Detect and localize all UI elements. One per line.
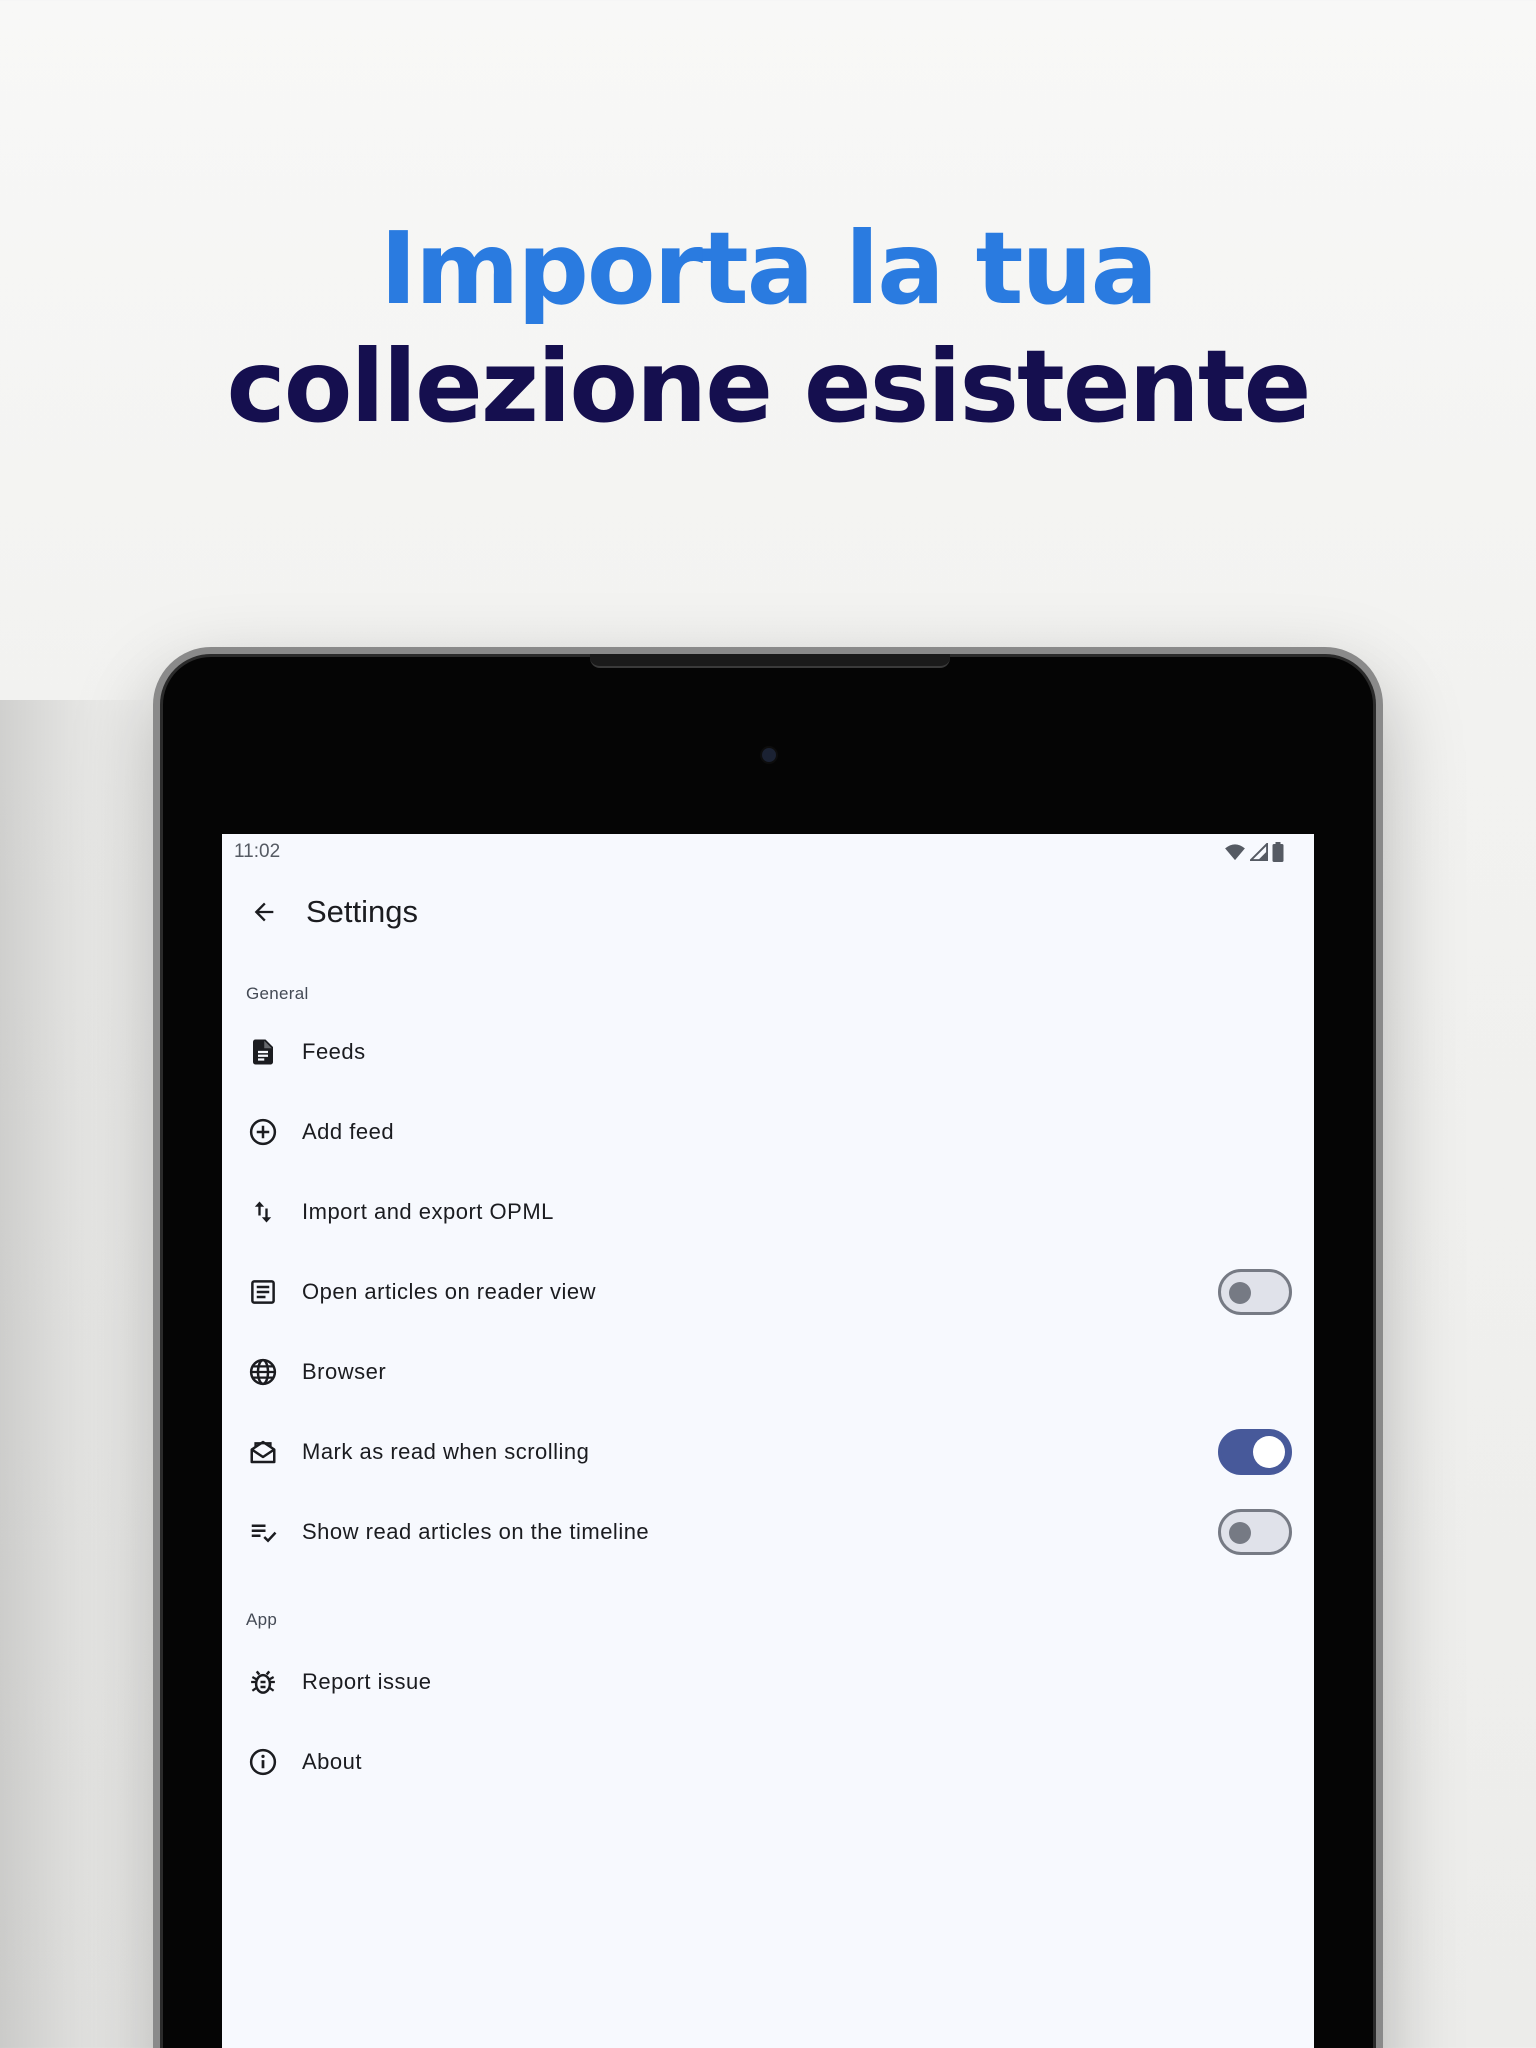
headline: Importa la tua collezione esistente	[0, 210, 1536, 446]
front-camera	[762, 748, 776, 762]
settings-item-label: Mark as read when scrolling	[302, 1439, 590, 1464]
playlist-check-icon	[246, 1515, 280, 1549]
switch-thumb	[1253, 1436, 1285, 1468]
status-icons	[1224, 842, 1284, 862]
arrow-back-icon	[254, 902, 274, 922]
app-screen: 11:02 Settings General Feeds Add feed Im…	[222, 834, 1314, 2048]
settings-item-label: Browser	[302, 1359, 387, 1384]
top-app-bar: Settings	[222, 870, 1314, 954]
settings-item-label: About	[302, 1749, 362, 1774]
feed-document-icon	[246, 1035, 280, 1069]
bug-icon	[246, 1665, 280, 1699]
status-time: 11:02	[234, 841, 281, 862]
switch-thumb	[1229, 1522, 1251, 1544]
settings-item-browser[interactable]: Browser	[222, 1332, 1314, 1412]
settings-item-label: Report issue	[302, 1669, 432, 1694]
tablet-top-edge	[590, 654, 950, 668]
settings-item-mark-read-scrolling[interactable]: Mark as read when scrolling	[222, 1412, 1314, 1492]
settings-item-report-issue[interactable]: Report issue	[222, 1642, 1314, 1722]
settings-item-label: Import and export OPML	[302, 1199, 554, 1224]
settings-item-label: Add feed	[302, 1119, 395, 1144]
tablet-frame: 11:02 Settings General Feeds Add feed Im…	[153, 647, 1383, 2048]
show-read-articles-switch[interactable]	[1218, 1509, 1292, 1555]
switch-thumb	[1229, 1282, 1251, 1304]
section-header-app: App	[246, 1610, 278, 1629]
import-export-icon	[246, 1195, 280, 1229]
settings-item-label: Open articles on reader view	[302, 1279, 597, 1304]
settings-item-add-feed[interactable]: Add feed	[222, 1092, 1314, 1172]
mark-read-scrolling-switch[interactable]	[1218, 1429, 1292, 1475]
section-header-general: General	[246, 984, 309, 1003]
settings-item-import-export-opml[interactable]: Import and export OPML	[222, 1172, 1314, 1252]
cell-signal-icon	[1250, 843, 1268, 861]
headline-line-1: Importa la tua	[379, 210, 1158, 327]
info-icon	[246, 1745, 280, 1779]
back-button[interactable]	[240, 888, 288, 936]
settings-item-label: Show read articles on the timeline	[302, 1519, 650, 1544]
headline-line-2: collezione esistente	[226, 328, 1312, 445]
settings-item-feeds[interactable]: Feeds	[222, 1012, 1314, 1092]
mark-read-mail-icon	[246, 1435, 280, 1469]
globe-icon	[246, 1355, 280, 1389]
settings-item-label: Feeds	[302, 1039, 366, 1064]
page-title: Settings	[306, 894, 419, 929]
settings-item-show-read-articles[interactable]: Show read articles on the timeline	[222, 1492, 1314, 1572]
background-shadow	[0, 700, 160, 2048]
add-circle-icon	[246, 1115, 280, 1149]
wifi-icon	[1225, 844, 1245, 861]
reader-view-switch[interactable]	[1218, 1269, 1292, 1315]
battery-icon	[1272, 842, 1284, 862]
settings-item-about[interactable]: About	[222, 1722, 1314, 1802]
settings-item-reader-view[interactable]: Open articles on reader view	[222, 1252, 1314, 1332]
status-bar: 11:02	[222, 834, 1314, 870]
article-icon	[246, 1275, 280, 1309]
